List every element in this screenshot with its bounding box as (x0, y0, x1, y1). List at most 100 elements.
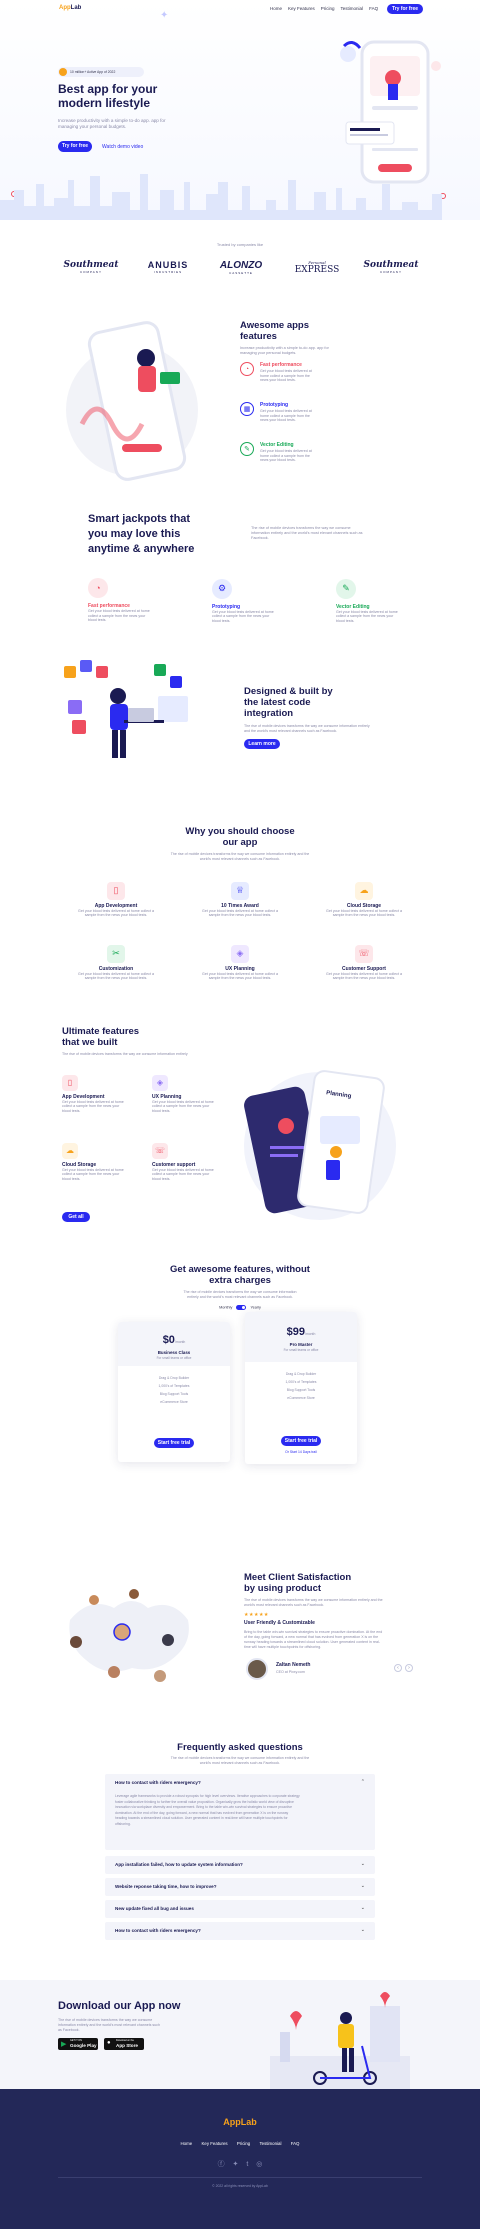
pricing-card-pro: $99/month Pro Master For small teams or … (245, 1312, 357, 1464)
footer-link-pricing[interactable]: Pricing (237, 2141, 250, 2146)
footer-logo[interactable]: AppLab (0, 2117, 480, 2127)
faq-item[interactable]: New update fixed all bug and issues ⌄ (105, 1900, 375, 1918)
trophy-icon: ♕ (231, 881, 249, 900)
facebook-icon[interactable]: ⓕ (218, 2161, 225, 2168)
footer-links: Home Key Features Pricing Testimonial FA… (0, 2141, 480, 2146)
designed-description: The rise of mobile devices transforms th… (244, 724, 370, 733)
prev-arrow-icon[interactable]: ‹ (394, 1664, 402, 1672)
play-store-icon: ▶ (61, 2041, 67, 2048)
trusted-section: Trusted by companies like Southmeat COMP… (0, 220, 480, 300)
app-store-button[interactable]: ● Download on the App Store (104, 2038, 144, 2050)
download-title: Download our App now (58, 2000, 181, 2012)
why-item: ✂ Customization Get your blood tests del… (66, 943, 166, 981)
speedometer-icon: ◔ (240, 362, 254, 376)
twitter-icon[interactable]: ✦ (233, 2161, 239, 2168)
jackpots-description: The rise of mobile devices transforms th… (251, 526, 363, 540)
billing-toggle-switch[interactable] (236, 1305, 247, 1310)
reviewer-name: Zaltan Nemeth (276, 1662, 311, 1668)
pricing-description: The rise of mobile devices transforms th… (183, 1290, 297, 1299)
designed-title: Designed & built by the latest code inte… (244, 686, 333, 719)
site-logo[interactable]: AppLab (59, 5, 81, 11)
download-section: Download our App now The rise of mobile … (0, 1980, 480, 2089)
nav-link-faq[interactable]: FAQ (369, 6, 378, 11)
prototype-icon: ⚙ (212, 578, 232, 599)
nav-link-pricing[interactable]: Pricing (321, 6, 335, 11)
why-description: The rise of mobile devices transforms th… (170, 852, 310, 861)
awesome-feature-item: ◔ Fast performance Get your blood tests … (240, 362, 350, 398)
badge-dot-icon (59, 68, 67, 76)
next-arrow-icon[interactable]: › (405, 1664, 413, 1672)
footer-divider (58, 2177, 422, 2178)
avatar (246, 1658, 268, 1680)
planning-icon: ◈ (152, 1074, 168, 1091)
why-item: ▯ App Development Get your blood tests d… (66, 880, 166, 918)
hero-description: Increase productivity with a simple to-d… (58, 118, 166, 129)
faq-item-open[interactable]: How to contact with riders emergency? ⌃ … (105, 1774, 375, 1850)
cloud-icon: ☁ (355, 881, 373, 900)
hero-title: Best app for your modern lifestyle (58, 82, 158, 110)
why-item: ☏ Customer Support Get your blood tests … (314, 943, 414, 981)
toggle-knob (242, 1306, 246, 1309)
why-item: ◈ UX Planning Get your blood tests deliv… (190, 943, 290, 981)
nav-link-home[interactable]: Home (270, 6, 282, 11)
trusted-label: Trusted by companies like (216, 242, 264, 247)
get-all-button[interactable]: Get all (62, 1212, 90, 1222)
chevron-down-icon[interactable]: ⌄ (361, 1861, 365, 1867)
download-description: The rise of mobile devices transforms th… (58, 2018, 160, 2032)
testimonial-section: Meet Client Satisfaction by using produc… (0, 1550, 480, 1730)
faq-item[interactable]: Website reponse taking time, how to impr… (105, 1878, 375, 1896)
google-play-button[interactable]: ▶ GET IT ON Google Play (58, 2038, 98, 2050)
pricing-section: Get awesome features, without extra char… (0, 1250, 480, 1550)
chevron-down-icon[interactable]: ⌄ (361, 1927, 365, 1933)
footer-link-faq[interactable]: FAQ (291, 2141, 300, 2146)
cloud-icon: ☁ (62, 1142, 78, 1159)
awesome-description: Increase productivity with a simple to-d… (240, 346, 329, 355)
why-item: ☁ Cloud Storage Get your blood tests del… (314, 880, 414, 918)
footer-link-home[interactable]: Home (181, 2141, 193, 2146)
hero-badge: 10 million+ Active App of 2022 (58, 67, 144, 77)
rating-stars: ★★★★★ (244, 1612, 269, 1618)
ultimate-item: ☁ Cloud Storage Get your blood tests del… (62, 1140, 144, 1181)
phone-icon: ▯ (62, 1074, 78, 1091)
footer-link-features[interactable]: Key Features (201, 2141, 227, 2146)
company-logo: Southmeat COMPANY (63, 260, 119, 274)
nav-link-features[interactable]: Key Features (288, 6, 315, 11)
chevron-up-icon[interactable]: ⌃ (361, 1779, 365, 1785)
tumblr-icon[interactable]: t (246, 2161, 248, 2168)
ultimate-features-section: Ultimate features that we built The rise… (0, 1020, 480, 1250)
developer-illustration (58, 660, 198, 770)
faq-item[interactable]: App installation failed, how to update s… (105, 1856, 375, 1874)
demo-video-link[interactable]: Watch demo video (102, 144, 143, 150)
designed-section: Designed & built by the latest code inte… (0, 650, 480, 820)
hero-cta-button[interactable]: Try for free (58, 141, 92, 152)
jackpot-item: ◔ Fast performance Get your blood tests … (88, 578, 178, 623)
nav-cta-button[interactable]: Try for free (387, 4, 423, 14)
chevron-down-icon[interactable]: ⌄ (361, 1905, 365, 1911)
awesome-feature-item: ✎ Vector Editing Get your blood tests de… (240, 442, 350, 478)
chevron-down-icon[interactable]: ⌄ (361, 1883, 365, 1889)
trial-link[interactable]: Or Start 14 Days trail (245, 1450, 357, 1454)
footer: AppLab Home Key Features Pricing Testimo… (0, 2089, 480, 2229)
faq-title: Frequently asked questions (177, 1742, 303, 1753)
nav-link-testimonial[interactable]: Testimonial (341, 6, 364, 11)
billing-toggle: Monthly Yearly (219, 1305, 261, 1310)
support-icon: ☏ (355, 944, 373, 963)
support-icon: ☏ (152, 1142, 168, 1159)
footer-link-testimonial[interactable]: Testimonial (259, 2141, 281, 2146)
faq-item[interactable]: How to contact with riders emergency? ⌄ (105, 1922, 375, 1940)
social-icons: ⓕ ✦ t ◎ (0, 2159, 480, 2169)
phone-icon: ▯ (107, 881, 125, 900)
jackpots-section: Smart jackpots that you may love this an… (0, 500, 480, 650)
faq-section: Frequently asked questions The rise of m… (0, 1730, 480, 1980)
feature-phone-illustration (62, 314, 202, 484)
ultimate-description: The rise of mobile devices transforms th… (62, 1052, 188, 1056)
start-free-trial-button[interactable]: Start free trial (281, 1436, 321, 1446)
scooter-illustration (250, 1986, 430, 2089)
planning-icon: ◈ (231, 944, 249, 963)
instagram-icon[interactable]: ◎ (256, 2161, 262, 2168)
vector-pen-icon: ✎ (240, 442, 254, 456)
start-free-trial-button[interactable]: Start free trial (154, 1438, 194, 1448)
pricing-card-business: $0/month Business Class For small teams … (118, 1322, 230, 1462)
learn-more-button[interactable]: Learn more (244, 739, 280, 749)
company-logo: Southmeat COMPANY (363, 260, 419, 274)
